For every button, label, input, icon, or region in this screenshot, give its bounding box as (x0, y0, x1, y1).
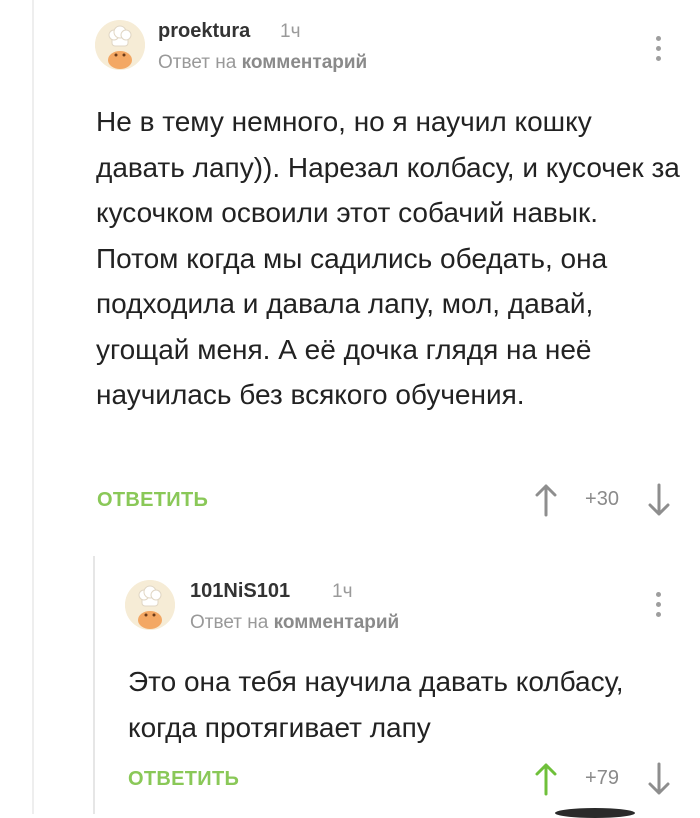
chef-avatar-icon (125, 580, 175, 630)
more-vertical-icon[interactable] (654, 592, 662, 622)
reply-meta: Ответ на комментарий (190, 612, 399, 634)
reply-button[interactable]: ОТВЕТИТЬ (97, 489, 208, 512)
reply-prefix: Ответ на (158, 52, 237, 73)
bottom-overlay-edge (555, 808, 635, 818)
arrow-up-icon[interactable] (534, 762, 558, 796)
arrow-up-icon[interactable] (534, 483, 558, 517)
reply-button[interactable]: ОТВЕТИТЬ (128, 768, 239, 791)
comment-reply: 101NiS101 1ч Ответ на комментарий Это он… (0, 560, 700, 814)
chef-avatar-icon (95, 20, 145, 70)
arrow-down-icon[interactable] (647, 483, 671, 517)
comment-text: Не в тему немного, но я научил кошку дав… (96, 106, 680, 410)
avatar[interactable] (125, 580, 175, 630)
comment-time: 1ч (280, 21, 301, 42)
author-name[interactable]: proektura (158, 20, 250, 43)
comment: proektura 1ч Ответ на комментарий Не в т… (0, 0, 700, 540)
reply-meta: Ответ на комментарий (158, 52, 367, 74)
reply-target-link[interactable]: комментарий (274, 612, 400, 633)
rating-value: +30 (585, 488, 619, 510)
arrow-down-icon[interactable] (647, 762, 671, 796)
author-name[interactable]: 101NiS101 (190, 580, 290, 603)
comment-time: 1ч (332, 581, 353, 602)
reply-target-link[interactable]: комментарий (242, 52, 368, 73)
reply-prefix: Ответ на (190, 612, 269, 633)
avatar[interactable] (95, 20, 145, 70)
comment-text: Это она тебя научила давать колбасу, ког… (128, 666, 624, 743)
rating-value: +79 (585, 767, 619, 789)
more-vertical-icon[interactable] (654, 36, 662, 66)
